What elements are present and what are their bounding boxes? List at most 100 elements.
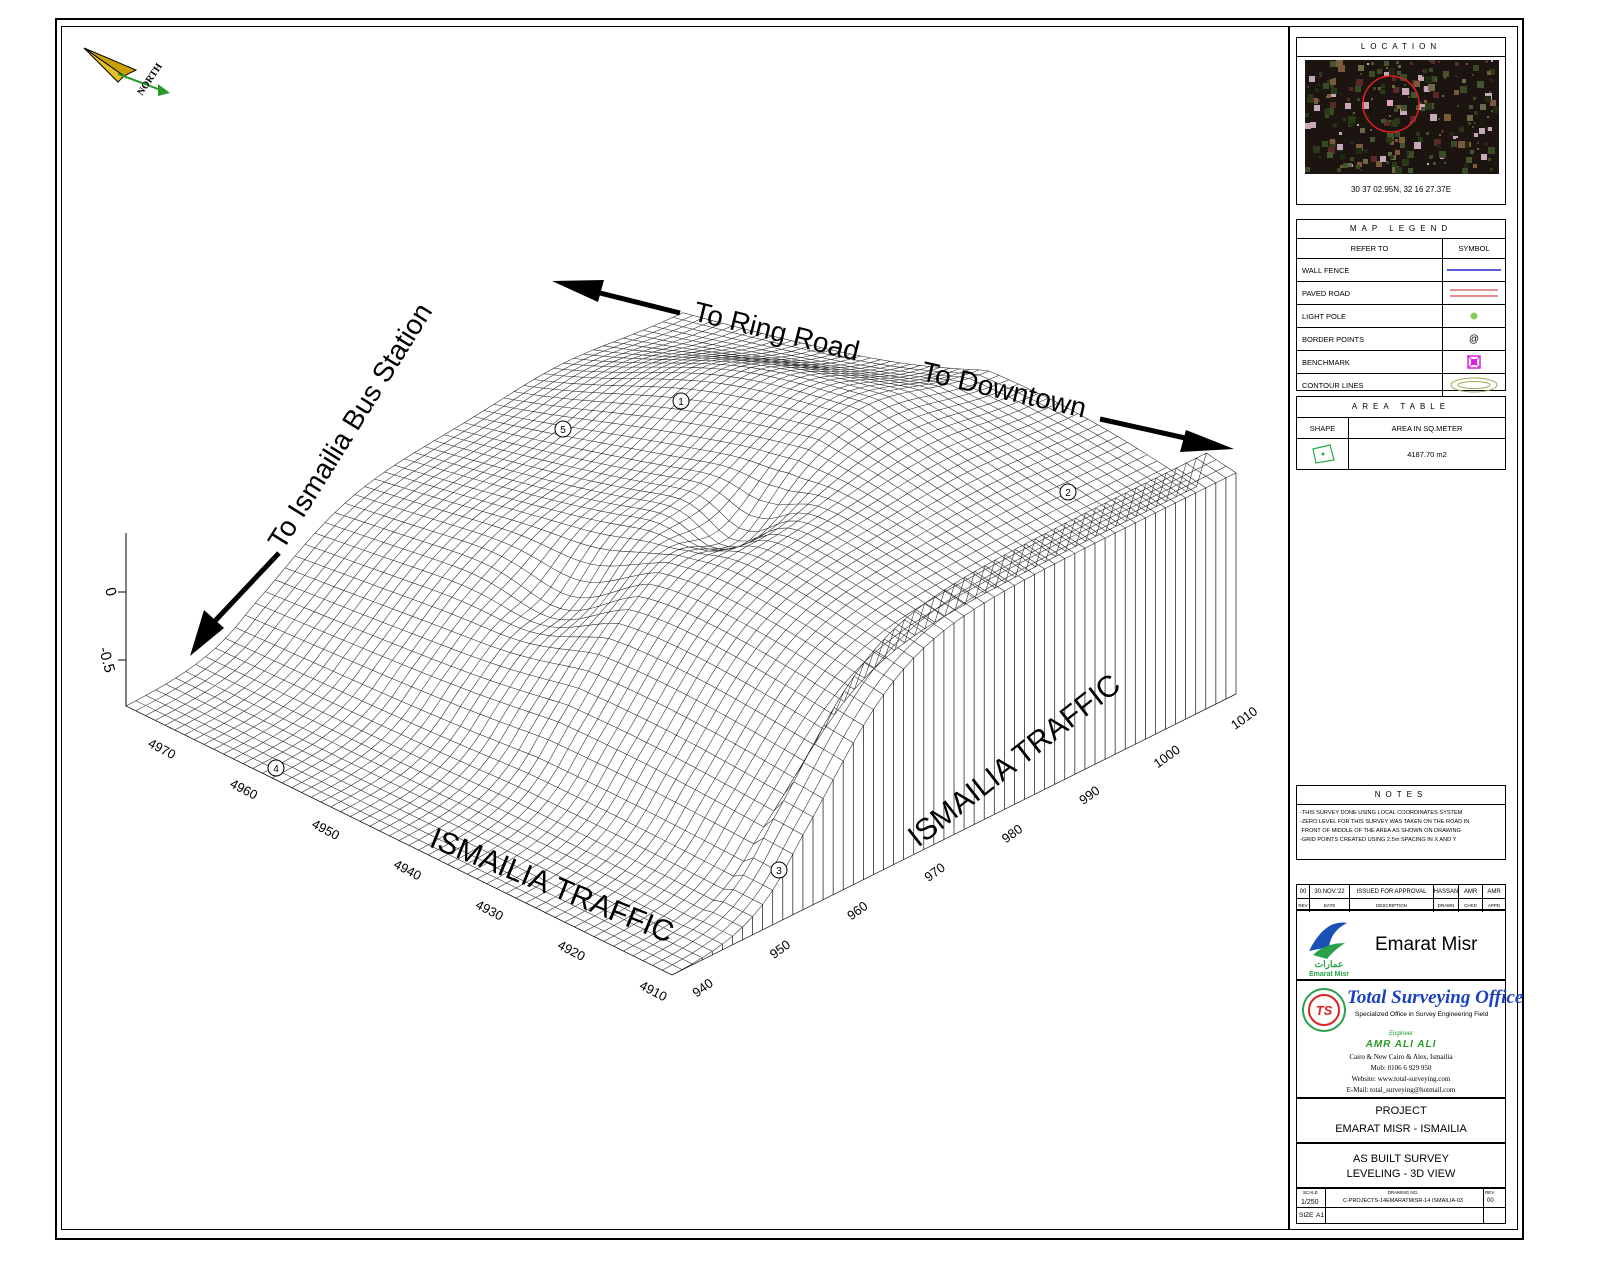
legend-row-light-pole: LIGHT POLE [1297, 305, 1505, 328]
at-icon: @ [1468, 333, 1480, 345]
drawing-no-value: C-PROJECTS-14EMARATMISR-14 ISMAILIA-03 [1342, 1198, 1463, 1204]
y-tick-label: 4930 [473, 897, 506, 924]
revision-table: 00 30.NOV.'22 ISSUED FOR APPROVAL HASSAN… [1296, 884, 1506, 912]
location-coordinates: 30 37 02.95N, 32 16 27.37E [1350, 185, 1452, 194]
x-axis-ticks: 940 950 960 970 980 990 1000 1010 [689, 703, 1260, 1000]
note-line: FRONT OF MIDDLE OF THE AREA AS SHOWN ON … [1300, 828, 1461, 834]
location-title: LOCATION [1297, 38, 1505, 57]
notes-title: NOTES [1297, 786, 1505, 805]
project-name: EMARAT MISR - ISMAILIA [1335, 1123, 1467, 1135]
project-label: PROJECT [1375, 1105, 1427, 1117]
svg-text:3: 3 [776, 866, 782, 877]
benchmark-icon [1443, 351, 1505, 373]
office-address: Cairo & New Cairo & Alex, Ismailia [1349, 1053, 1453, 1061]
point-marker-2: 2 [1059, 483, 1077, 501]
y-tick-label: 4910 [637, 977, 670, 1004]
scale-value: 1/250 [1301, 1199, 1319, 1206]
legend-row-paved-road: PAVED ROAD [1297, 282, 1505, 305]
point-marker-4: 4 [267, 759, 285, 777]
z-tick-0: 0 [101, 586, 120, 598]
contour-icon [1443, 374, 1505, 396]
drawing-title-line2: LEVELING - 3D VIEW [1346, 1168, 1456, 1180]
y-tick-label: 4950 [309, 816, 342, 843]
size-value: A1 [1316, 1212, 1324, 1219]
svg-text:عمارات: عمارات [1315, 959, 1344, 970]
emarat-misr-logo-icon: عمارات Emarat Misr [1309, 922, 1349, 978]
x-tick-label: 970 [921, 860, 947, 885]
drawing-title-panel: AS BUILT SURVEY LEVELING - 3D VIEW [1296, 1143, 1506, 1188]
location-satellite-map [1305, 60, 1499, 174]
arrow-bus-station-icon [190, 551, 281, 656]
x-tick-label: 950 [767, 937, 793, 962]
project-panel: PROJECT EMARAT MISR - ISMAILIA [1296, 1098, 1506, 1143]
legend-row-contour-lines: CONTOUR LINES [1297, 374, 1505, 396]
y-axis-ticks: 4970 4960 4950 4940 4930 4920 4910 [146, 735, 670, 1004]
y-tick-label: 4970 [146, 735, 179, 762]
y-tick-label: 4940 [391, 856, 424, 883]
x-tick-label: 940 [689, 975, 715, 1000]
blue-line-icon [1443, 259, 1505, 281]
area-table-value-row: 4187.70 m2 [1297, 439, 1505, 469]
office-tagline: Specialized Office in Survey Engineering… [1355, 1011, 1489, 1018]
map-legend-panel: MAP LEGEND REFER TO SYMBOL WALL FENCE PA… [1296, 219, 1506, 396]
x-tick-label: 1010 [1228, 703, 1260, 732]
svg-text:4: 4 [273, 764, 279, 775]
green-dot-icon [1443, 305, 1505, 327]
svg-text:Emarat Misr: Emarat Misr [1309, 971, 1349, 978]
client-logo-panel: عمارات Emarat Misr Emarat Misr [1296, 910, 1506, 980]
note-line: -GRID POINTS CREATED USING 2.5m SPACING … [1300, 837, 1457, 843]
arrow-downtown-icon [1099, 416, 1234, 452]
engineer-title: Engineer [1388, 1031, 1414, 1037]
z-axis: 0 -0.5 [95, 533, 127, 706]
svg-text:1: 1 [678, 397, 684, 408]
red-double-line-icon [1443, 282, 1505, 304]
x-tick-label: 980 [999, 821, 1025, 846]
legend-row-wall-fence: WALL FENCE [1297, 259, 1505, 282]
area-value: 4187.70 m2 [1407, 449, 1447, 459]
legend-header-row: REFER TO SYMBOL [1297, 239, 1505, 259]
legend-row-border-points: BORDER POINTS @ [1297, 328, 1505, 351]
office-website: Website: www.total-surveying.com [1351, 1075, 1451, 1083]
total-surveying-logo-icon: TS [1302, 988, 1346, 1032]
notes-panel: NOTES -THIS SURVEY DONE USING LOCAL COOR… [1296, 785, 1506, 860]
drawing-footer: SCALE 1/250 SIZE A1 DRAWING NO. C-PROJEC… [1296, 1188, 1506, 1224]
north-arrow-icon: NORTH [83, 47, 170, 98]
location-panel: LOCATION 30 37 02.95N, 32 16 27.37E [1296, 37, 1506, 205]
client-name: Emarat Misr [1375, 934, 1478, 955]
area-table-header-row: SHAPE AREA IN SQ.METER [1297, 418, 1505, 439]
z-tick-minus-0-5: -0.5 [95, 645, 118, 674]
y-tick-label: 4920 [555, 937, 588, 964]
engineer-name: AMR ALI ALI [1365, 1039, 1437, 1050]
drawing-title-line1: AS BUILT SURVEY [1353, 1153, 1449, 1165]
size-label: SIZE [1299, 1212, 1314, 1219]
drawing-no-label: DRAWING NO. [1387, 1190, 1419, 1195]
x-tick-label: 990 [1076, 783, 1102, 808]
area-col-area: AREA IN SQ.METER [1391, 423, 1463, 433]
legend-col-symbol: SYMBOL [1458, 244, 1490, 253]
arrow-ring-road-icon [552, 280, 681, 316]
area-col-shape: SHAPE [1297, 418, 1349, 438]
point-marker-5: 5 [554, 420, 572, 438]
rev-value: 00 [1487, 1198, 1494, 1204]
office-panel: TS Total Surveying Office Specialized Of… [1296, 980, 1523, 1098]
legend-row-benchmark: BENCHMARK [1297, 351, 1505, 374]
area-table-title: AREA TABLE [1297, 397, 1505, 418]
surface-3d-view: 0 -0.5 NORTH To Ring Road To Downtown To… [83, 47, 1260, 1004]
x-tick-label: 1000 [1151, 742, 1183, 771]
office-name: Total Surveying Office [1347, 987, 1524, 1008]
scale-label: SCALE [1303, 1190, 1318, 1195]
note-line: -ZERO LEVEL FOR THIS SURVEY WAS TAKEN ON… [1300, 819, 1470, 825]
point-marker-3: 3 [770, 861, 788, 879]
notes-body: -THIS SURVEY DONE USING LOCAL COORDINATE… [1297, 805, 1505, 849]
office-email: E-Mail: total_surveying@hotmail.com [1346, 1086, 1456, 1094]
note-line: -THIS SURVEY DONE USING LOCAL COORDINATE… [1300, 810, 1463, 816]
svg-text:TS: TS [1316, 1003, 1333, 1018]
rev-label: REV [1485, 1190, 1495, 1195]
point-marker-1: 1 [672, 392, 690, 410]
legend-col-refer: REFER TO [1297, 239, 1443, 258]
revision-row: 00 30.NOV.'22 ISSUED FOR APPROVAL HASSAN… [1297, 885, 1505, 899]
shape-icon [1297, 439, 1349, 469]
y-tick-label: 4960 [228, 776, 261, 803]
office-mobile: Mob: 0106 6 929 950 [1370, 1064, 1432, 1072]
area-table-panel: AREA TABLE SHAPE AREA IN SQ.METER 4187.7… [1296, 396, 1506, 470]
